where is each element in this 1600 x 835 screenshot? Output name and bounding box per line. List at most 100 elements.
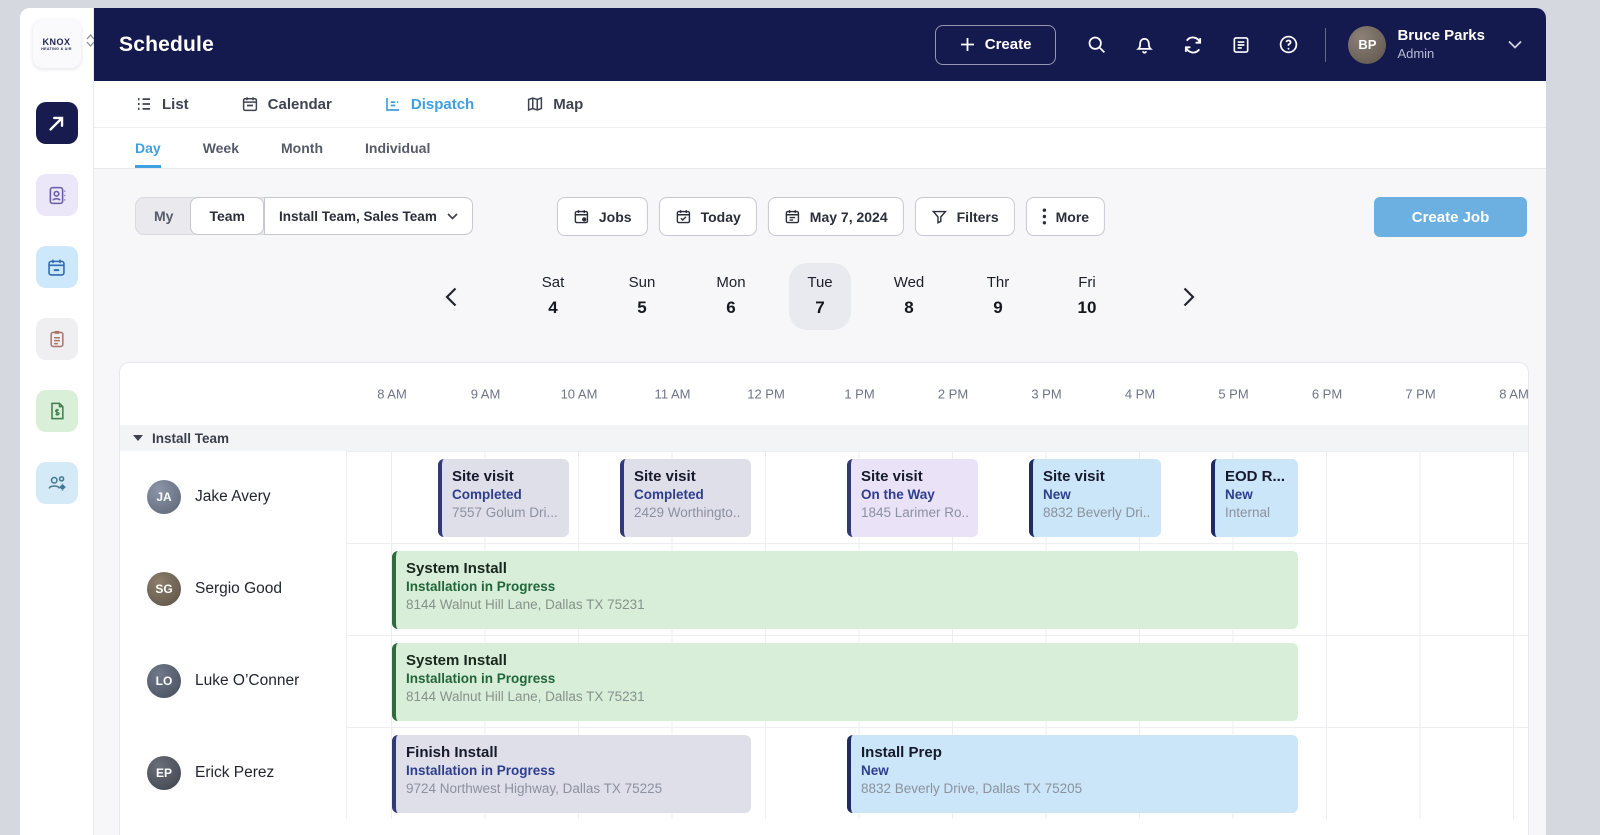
hour-tick: 8 AM <box>377 387 407 402</box>
event-status: Installation in Progress <box>406 763 741 778</box>
day-cell-fri[interactable]: Fri 10 <box>1056 263 1118 330</box>
app-window: KNOX HEATING & AIR <box>20 8 1546 835</box>
event-card[interactable]: System Install Installation in Progress … <box>392 643 1298 721</box>
user-name: Bruce Parks <box>1397 27 1485 46</box>
subtab-individual[interactable]: Individual <box>365 128 430 168</box>
technician-rows: JA Jake Avery Site visit Completed 7557 … <box>120 451 1528 819</box>
day-cell-mon[interactable]: Mon 6 <box>700 263 762 330</box>
event-card[interactable]: EOD R... New Internal <box>1211 459 1298 537</box>
day-number: 9 <box>967 298 1029 318</box>
row-grid: Site visit Completed 7557 Golum Dri... S… <box>346 451 1528 543</box>
view-subtabbar: Day Week Month Individual <box>94 128 1546 169</box>
event-address: 8832 Beverly Dri... <box>1043 505 1151 520</box>
day-cell-wed[interactable]: Wed 8 <box>878 263 940 330</box>
create-job-button[interactable]: Create Job <box>1374 197 1527 237</box>
search-icon[interactable] <box>1086 34 1107 55</box>
day-cell-thr[interactable]: Thr 9 <box>967 263 1029 330</box>
day-cell-sat[interactable]: Sat 4 <box>522 263 584 330</box>
event-card[interactable]: Site visit Completed 2429 Worthingto... <box>620 459 751 537</box>
day-cell-sun[interactable]: Sun 5 <box>611 263 673 330</box>
notifications-icon[interactable] <box>1134 34 1155 55</box>
filters-button[interactable]: Filters <box>915 197 1015 236</box>
technician-row: EP Erick Perez Finish Install Installati… <box>120 727 1528 819</box>
event-card[interactable]: Install Prep New 8832 Beverly Drive, Dal… <box>847 735 1298 813</box>
sync-icon[interactable] <box>1182 34 1204 56</box>
team-filter-value: Install Team, Sales Team <box>279 209 437 224</box>
collapse-triangle-icon <box>133 435 143 441</box>
sidebar-item-home[interactable] <box>36 102 78 144</box>
schedule-content: My Team Install Team, Sales Team <box>94 169 1546 835</box>
day-number: 10 <box>1056 298 1118 318</box>
sidebar-item-schedule[interactable] <box>36 246 78 288</box>
page-title: Schedule <box>119 33 214 57</box>
date-calendar-icon <box>784 208 801 225</box>
company-logo[interactable]: KNOX HEATING & AIR <box>33 20 81 68</box>
today-button[interactable]: Today <box>659 197 757 236</box>
subtab-month[interactable]: Month <box>281 128 323 168</box>
notes-icon[interactable] <box>1231 35 1251 55</box>
event-status: Installation in Progress <box>406 671 1288 686</box>
technician-name: Luke O’Conner <box>195 672 299 690</box>
help-icon[interactable] <box>1278 34 1299 55</box>
day-number: 5 <box>611 298 673 318</box>
sidebar-nav <box>36 102 78 504</box>
event-card[interactable]: Finish Install Installation in Progress … <box>392 735 751 813</box>
top-bar-actions: Create <box>935 25 1522 65</box>
event-address: 9724 Northwest Highway, Dallas TX 75225 <box>406 781 741 796</box>
date-picker-button[interactable]: May 7, 2024 <box>768 197 904 236</box>
event-title: EOD R... <box>1225 468 1288 485</box>
filter-funnel-icon <box>931 208 948 225</box>
sidebar-item-contacts[interactable] <box>36 174 78 216</box>
hour-tick: 9 AM <box>471 387 501 402</box>
day-number: 6 <box>700 298 762 318</box>
event-card[interactable]: System Install Installation in Progress … <box>392 551 1298 629</box>
toggle-team[interactable]: Team <box>190 197 264 235</box>
event-address: 8144 Walnut Hill Lane, Dallas TX 75231 <box>406 597 1288 612</box>
tab-calendar[interactable]: Calendar <box>241 95 332 113</box>
today-calendar-icon <box>675 208 692 225</box>
day-label: Sun <box>611 274 673 291</box>
more-button[interactable]: More <box>1026 197 1105 236</box>
user-menu[interactable]: BP Bruce Parks Admin <box>1348 26 1522 64</box>
day-cell-tue-selected[interactable]: Tue 7 <box>789 263 851 330</box>
technician-name: Sergio Good <box>195 580 282 598</box>
tab-dispatch[interactable]: Dispatch <box>384 95 474 113</box>
company-logo-text: KNOX <box>42 37 70 47</box>
technician-jake-avery[interactable]: JA Jake Avery <box>120 451 346 543</box>
sidebar-item-team-settings[interactable] <box>36 462 78 504</box>
date-controls: Jobs Today May 7, 2024 <box>557 197 1105 236</box>
chevron-right-icon[interactable] <box>1173 277 1205 317</box>
event-card[interactable]: Site visit Completed 7557 Golum Dri... <box>438 459 569 537</box>
event-status: New <box>1225 487 1288 502</box>
event-card[interactable]: Site visit New 8832 Beverly Dri... <box>1029 459 1161 537</box>
tab-map-label: Map <box>553 96 583 113</box>
sidebar-item-invoices[interactable] <box>36 390 78 432</box>
technician-luke-oconner[interactable]: LO Luke O’Conner <box>120 635 346 727</box>
subtab-week[interactable]: Week <box>203 128 239 168</box>
group-header-install-team[interactable]: Install Team <box>120 425 1528 451</box>
date-picker-value: May 7, 2024 <box>810 209 888 225</box>
subtab-day[interactable]: Day <box>135 128 161 168</box>
day-label: Wed <box>878 274 940 291</box>
day-number: 7 <box>789 298 851 318</box>
chevron-left-icon[interactable] <box>435 277 467 317</box>
avatar: EP <box>147 756 181 790</box>
technician-sergio-good[interactable]: SG Sergio Good <box>120 543 346 635</box>
event-address: 7557 Golum Dri... <box>452 505 559 520</box>
jobs-button[interactable]: Jobs <box>557 197 648 236</box>
event-title: Site visit <box>1043 468 1151 485</box>
date-strip: Sat 4 Sun 5 Mon 6 Tue 7 Wed 8 <box>94 263 1546 330</box>
create-button[interactable]: Create <box>935 25 1057 65</box>
avatar: SG <box>147 572 181 606</box>
toggle-my[interactable]: My <box>136 198 191 234</box>
dispatch-icon <box>384 95 402 113</box>
team-filter-dropdown[interactable]: Install Team, Sales Team <box>264 197 473 235</box>
technician-erick-perez[interactable]: EP Erick Perez <box>120 727 346 819</box>
module-tabbar: List Calendar Dispatch Map <box>94 81 1546 128</box>
tab-list[interactable]: List <box>135 95 189 113</box>
event-card[interactable]: Site visit On the Way 1845 Larimer Ro... <box>847 459 978 537</box>
sidebar-item-estimates[interactable] <box>36 318 78 360</box>
event-address: 8144 Walnut Hill Lane, Dallas TX 75231 <box>406 689 1288 704</box>
tab-map[interactable]: Map <box>526 95 583 113</box>
event-status: Completed <box>452 487 559 502</box>
